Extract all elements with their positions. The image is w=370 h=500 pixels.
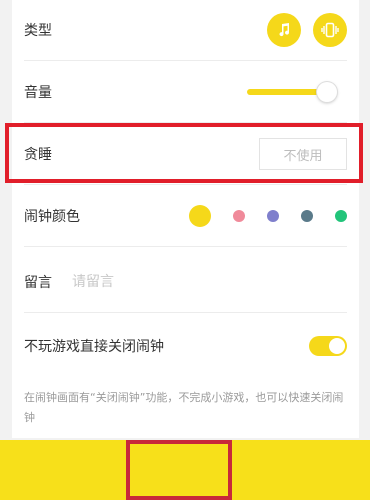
color-options <box>189 205 347 227</box>
color-dot-5[interactable] <box>335 210 347 222</box>
note-row: 留言 <box>24 252 347 313</box>
vibrate-icon[interactable] <box>313 13 347 47</box>
direct-close-label: 不玩游戏直接关闭闹钟 <box>24 339 164 355</box>
volume-row: 音量 <box>24 62 347 123</box>
volume-track <box>247 89 328 95</box>
volume-thumb[interactable] <box>317 82 338 102</box>
type-row: 类型 <box>24 0 347 61</box>
note-input[interactable] <box>70 273 274 291</box>
toggle-knob <box>329 338 345 354</box>
direct-close-row: 不玩游戏直接关闭闹钟 <box>24 316 347 376</box>
color-dot-1[interactable] <box>189 205 211 227</box>
type-options <box>267 13 347 47</box>
direct-close-toggle[interactable] <box>309 336 347 356</box>
type-label: 类型 <box>24 23 52 39</box>
volume-label: 音量 <box>24 85 52 101</box>
color-dot-2[interactable] <box>233 210 245 222</box>
volume-slider[interactable] <box>247 82 347 102</box>
snooze-highlight-box <box>5 123 363 183</box>
bottom-highlight-box <box>126 440 232 500</box>
direct-close-description: 在闹钟画面有“关闭闹钟”功能，不完成小游戏，也可以快速关闭闹钟 <box>24 391 344 424</box>
color-dot-3[interactable] <box>267 210 279 222</box>
alarm-color-label: 闹钟颜色 <box>24 209 80 225</box>
color-dot-4[interactable] <box>301 210 313 222</box>
settings-card: 类型 音量 贪睡 不使用 闹钟颜色 留言 不玩游戏直接关闭闹钟 <box>12 0 359 438</box>
alarm-color-row: 闹钟颜色 <box>24 186 347 247</box>
note-label: 留言 <box>24 275 52 291</box>
music-note-icon[interactable] <box>267 13 301 47</box>
